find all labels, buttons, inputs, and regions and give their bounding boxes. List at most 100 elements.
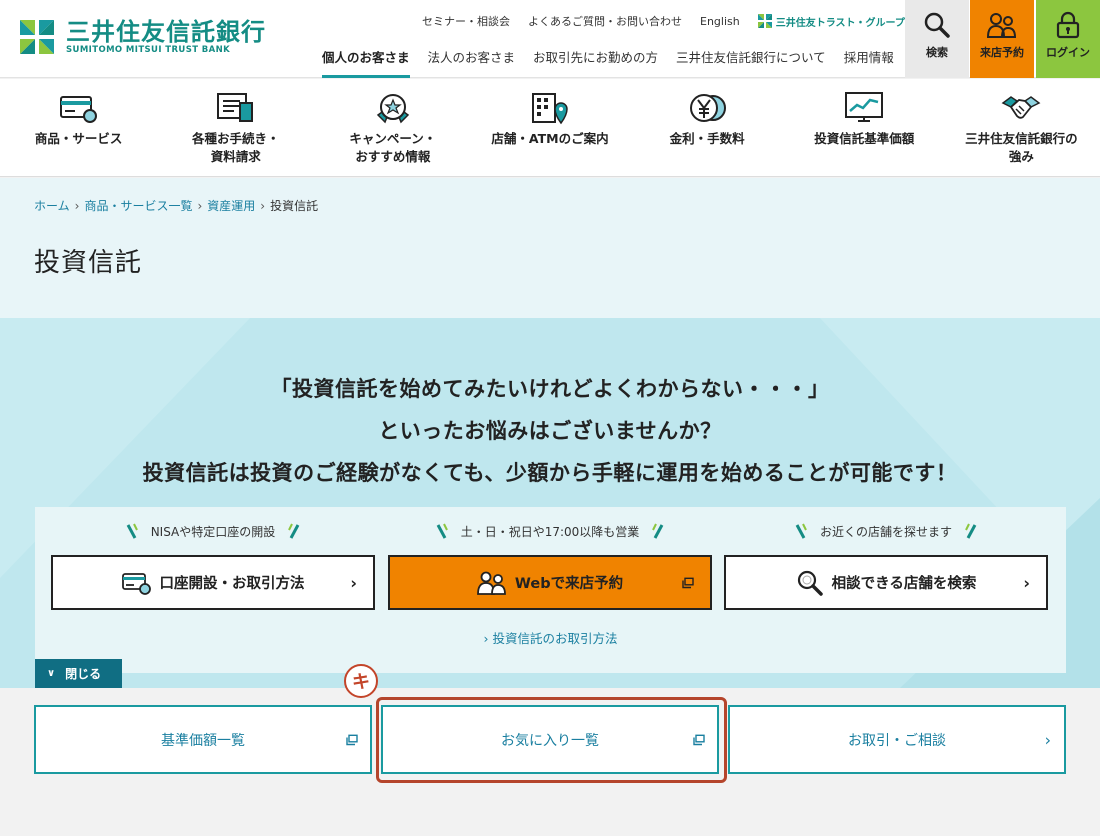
breadcrumb: ホーム › 商品・サービス一覧 › 資産運用 › 投資信託 xyxy=(34,197,318,214)
search-icon xyxy=(924,12,950,38)
caption-reserve-text: 土・日・祝日や17:00以降も営業 xyxy=(460,524,640,539)
category-branch-atm[interactable]: 店舗・ATMのご案内 xyxy=(471,79,628,176)
fund-price-list-button[interactable]: 基準価額一覧 xyxy=(34,705,372,774)
caption-branch-text: お近くの店舗を探せます xyxy=(819,524,952,539)
nav-recruit[interactable]: 採用情報 xyxy=(844,47,894,78)
web-reservation-button[interactable]: Webで来店予約 xyxy=(388,555,712,610)
building-pin-icon xyxy=(531,93,568,125)
chevron-right-icon: › xyxy=(350,573,357,592)
accent-left-icon xyxy=(436,523,448,539)
bank-logo[interactable]: 三井住友信託銀行 SUMITOMO MITSUI TRUST BANK xyxy=(18,18,266,56)
category-rates-fees-label: 金利・手数料 xyxy=(669,131,745,146)
caption-reserve: 土・日・祝日や17:00以降も営業 xyxy=(388,507,712,555)
promo-line-1: 「投資信託を始めてみたいけれどよくわからない・・・」 xyxy=(270,377,830,401)
people-icon xyxy=(987,13,1017,38)
category-branch-atm-label: 店舗・ATMのご案内 xyxy=(491,131,609,146)
login-label: ログイン xyxy=(1046,46,1090,59)
handshake-icon xyxy=(1001,96,1041,119)
document-icon xyxy=(216,93,253,122)
category-procedures-label: 各種お手続き・ xyxy=(191,131,280,146)
yen-coin-icon xyxy=(690,94,727,122)
category-nav: 商品・サービス 各種お手続き・ 資料請求 キャンペーン・ おすすめ情報 店舗・A… xyxy=(0,79,1100,177)
branch-search-button[interactable]: 相談できる店舗を検索 › xyxy=(724,555,1048,610)
badge-icon xyxy=(376,94,409,124)
caption-account: NISAや特定口座の開設 xyxy=(51,507,375,555)
web-reservation-label: Webで来店予約 xyxy=(514,576,624,592)
chevron-right-icon: › xyxy=(483,631,489,646)
nav-business-partner[interactable]: お取引先にお勤めの方 xyxy=(533,47,658,78)
search-button[interactable]: 検索 xyxy=(905,0,969,78)
chevron-right-icon: › xyxy=(260,198,266,213)
nav-personal[interactable]: 個人のお客さま xyxy=(322,47,410,78)
trading-method-label: 投資信託のお取引方法 xyxy=(492,631,618,646)
promo-col-reserve: 土・日・祝日や17:00以降も営業 Webで来店予約 xyxy=(388,507,712,610)
search-icon xyxy=(797,570,823,596)
promo-col-account: NISAや特定口座の開設 口座開設・お取引方法 › xyxy=(51,507,375,610)
promo-action-panel: NISAや特定口座の開設 口座開設・お取引方法 › 土・日・祝日や17:00以降… xyxy=(35,507,1066,673)
group-logo-link[interactable]: 三井住友トラスト・グループ xyxy=(757,14,905,29)
card-icon xyxy=(59,96,97,123)
group-logo-text: 三井住友トラスト・グループ xyxy=(775,17,905,29)
external-window-icon xyxy=(682,577,694,588)
account-opening-label: 口座開設・お取引方法 xyxy=(159,576,305,592)
breadcrumb-asset[interactable]: 資産運用 xyxy=(207,197,255,214)
category-fund-prices-label: 投資信託基準価額 xyxy=(814,131,915,146)
nav-corporate[interactable]: 法人のお客さま xyxy=(428,47,516,78)
breadcrumb-home[interactable]: ホーム xyxy=(34,197,70,214)
category-procedures[interactable]: 各種お手続き・ 資料請求 xyxy=(157,79,314,176)
search-label: 検索 xyxy=(926,46,948,59)
branch-search-label: 相談できる店舗を検索 xyxy=(831,576,977,592)
close-panel-button[interactable]: ∨ 閉じる xyxy=(35,659,122,688)
category-products[interactable]: 商品・サービス xyxy=(0,79,157,176)
login-button[interactable]: ログイン xyxy=(1036,0,1100,78)
chart-monitor-icon xyxy=(845,92,884,122)
external-window-icon xyxy=(346,734,358,745)
category-campaign[interactable]: キャンペーン・ おすすめ情報 xyxy=(314,79,471,176)
nav-about[interactable]: 三井住友信託銀行について xyxy=(676,47,826,78)
main-nav: 個人のお客さま 法人のお客さま お取引先にお勤めの方 三井住友信託銀行について … xyxy=(322,47,912,78)
group-logo-icon xyxy=(757,14,772,28)
trading-method-link[interactable]: › 投資信託のお取引方法 xyxy=(35,628,1066,647)
util-link-english[interactable]: English xyxy=(700,15,740,28)
caption-branch: お近くの店舗を探せます xyxy=(724,507,1048,555)
breadcrumb-current: 投資信託 xyxy=(270,199,319,213)
account-opening-button[interactable]: 口座開設・お取引方法 › xyxy=(51,555,375,610)
chevron-right-icon: › xyxy=(1023,573,1030,592)
accent-right-icon xyxy=(288,523,300,539)
trade-consult-label: お取引・ご相談 xyxy=(848,732,946,749)
util-link-faq[interactable]: よくあるご質問・お問い合わせ xyxy=(528,13,682,29)
category-strengths[interactable]: 三井住友信託銀行の 強み xyxy=(943,79,1100,176)
chevron-right-icon: › xyxy=(74,198,80,213)
accent-right-icon xyxy=(652,523,664,539)
card-icon xyxy=(121,572,151,595)
store-reservation-label: 来店予約 xyxy=(980,46,1024,59)
fund-price-list-label: 基準価額一覧 xyxy=(161,732,245,749)
logo-name-jp: 三井住友信託銀行 xyxy=(66,17,266,46)
util-link-seminar[interactable]: セミナー・相談会 xyxy=(422,13,510,29)
page-title: 投資信託 xyxy=(34,248,143,278)
highlight-frame xyxy=(376,697,727,783)
caption-account-text: NISAや特定口座の開設 xyxy=(150,524,276,539)
promo-line-3: 投資信託は投資のご経験がなくても、少額から手軽に運用を始めることが可能です！ xyxy=(142,461,958,485)
breadcrumb-products[interactable]: 商品・サービス一覧 xyxy=(84,197,192,214)
annotation-marker: キ xyxy=(344,664,378,698)
category-fund-prices[interactable]: 投資信託基準価額 xyxy=(786,79,943,176)
lock-icon xyxy=(1056,11,1080,39)
accent-right-icon xyxy=(965,523,977,539)
category-procedures-label-2: 資料請求 xyxy=(210,149,261,164)
trade-consult-button[interactable]: お取引・ご相談 › xyxy=(728,705,1066,774)
site-header: 三井住友信託銀行 SUMITOMO MITSUI TRUST BANK セミナー… xyxy=(0,0,1100,78)
promo-section: 「投資信託を始めてみたいけれどよくわからない・・・」 といったお悩みはございませ… xyxy=(0,318,1100,688)
utility-links: セミナー・相談会 よくあるご質問・お問い合わせ English 三井住友トラスト… xyxy=(422,13,923,29)
category-rates-fees[interactable]: 金利・手数料 xyxy=(629,79,786,176)
category-strengths-label-2: 強み xyxy=(1008,149,1034,164)
category-strengths-label: 三井住友信託銀行の xyxy=(965,131,1078,146)
accent-left-icon xyxy=(795,523,807,539)
logo-name-en: SUMITOMO MITSUI TRUST BANK xyxy=(66,44,231,55)
chevron-right-icon: › xyxy=(197,198,203,213)
category-campaign-label-2: おすすめ情報 xyxy=(355,149,431,164)
store-reservation-button[interactable]: 来店予約 xyxy=(970,0,1034,78)
promo-col-branch: お近くの店舗を探せます 相談できる店舗を検索 › xyxy=(724,507,1048,610)
chevron-down-icon: ∨ xyxy=(47,668,56,679)
chevron-right-icon: › xyxy=(1044,730,1051,749)
